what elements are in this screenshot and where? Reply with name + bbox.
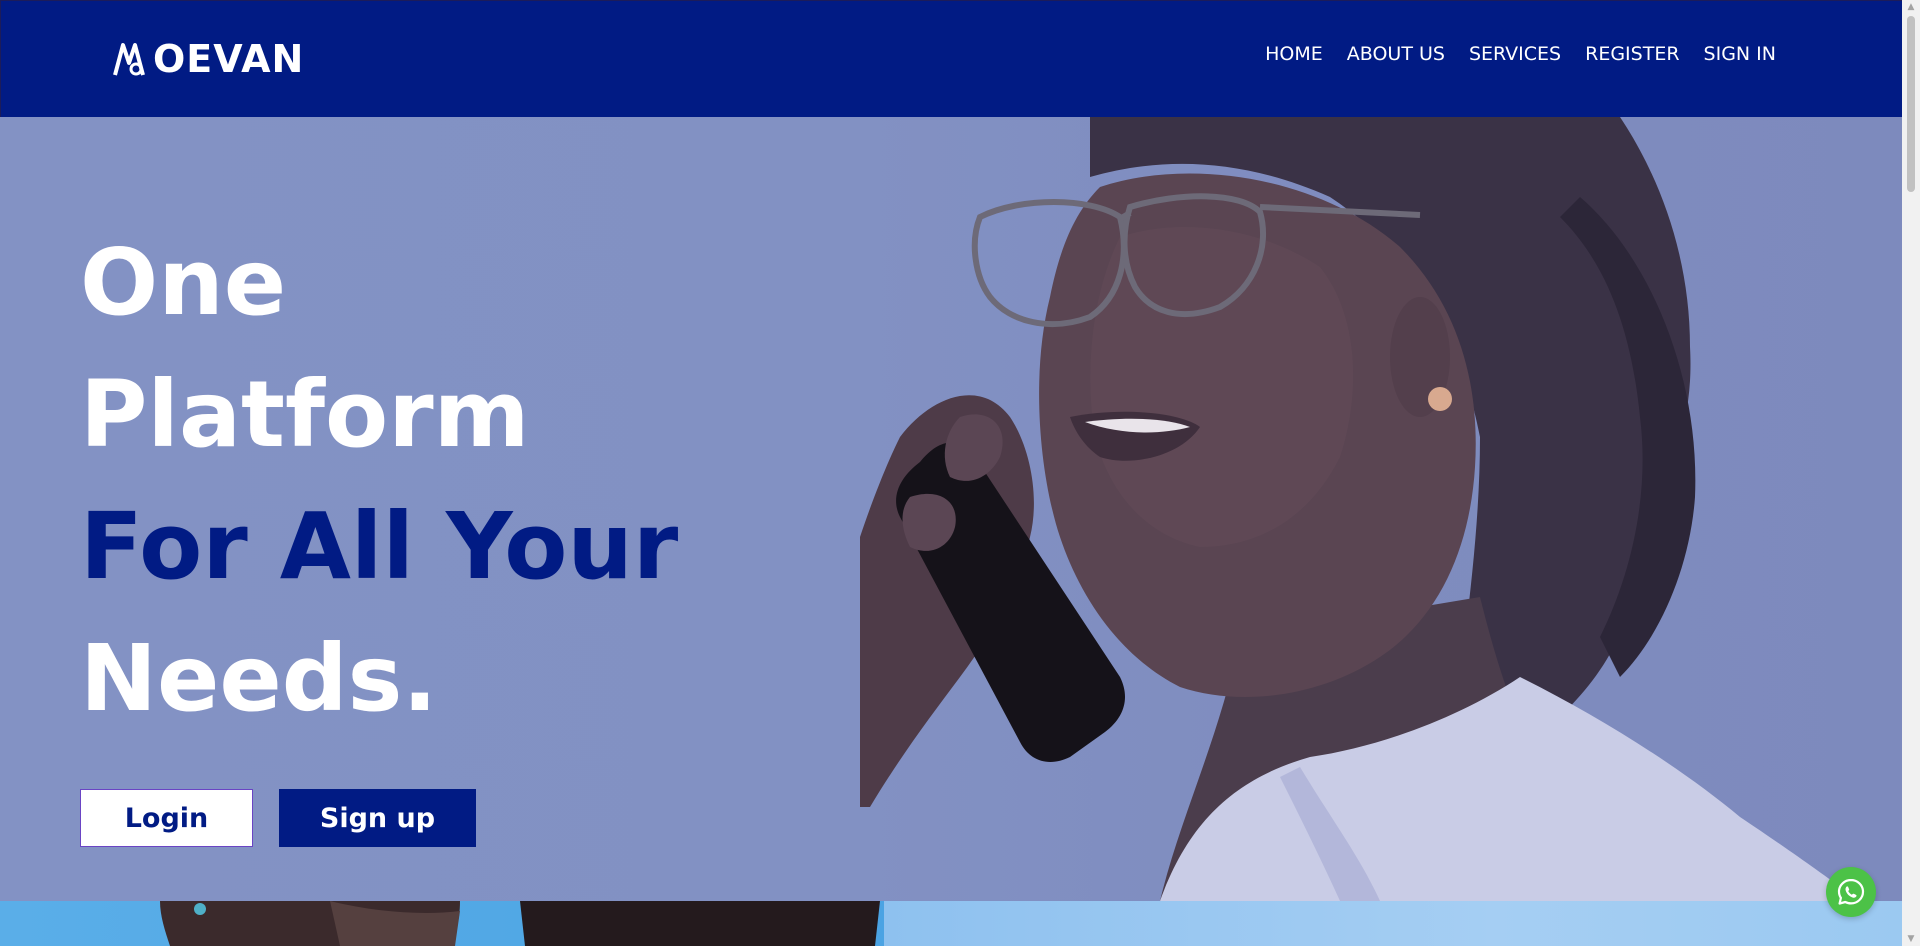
nav-home[interactable]: HOME — [1265, 41, 1323, 67]
main-nav: HOME ABOUT US SERVICES REGISTER SIGN IN — [1265, 41, 1776, 67]
nav-about-us[interactable]: ABOUT US — [1347, 41, 1445, 67]
headline-line-3: For All Your — [80, 493, 679, 600]
headline-line-2: Platform — [80, 361, 530, 468]
people-photo — [160, 901, 880, 946]
hero-headline: One Platform For All Your Needs. — [80, 217, 678, 745]
logo-text: OEVAN — [153, 37, 305, 81]
nav-services[interactable]: SERVICES — [1469, 41, 1561, 67]
hero-photo-woman-on-phone — [860, 117, 1860, 901]
sky-photo-strip — [884, 901, 1902, 946]
login-button[interactable]: Login — [80, 789, 253, 847]
page-scrollbar[interactable]: ▲ ▼ — [1902, 0, 1920, 946]
next-section-preview — [0, 901, 1902, 946]
scroll-up-arrow-icon[interactable]: ▲ — [1902, 0, 1920, 14]
people-photo-strip — [0, 901, 884, 946]
page: OEVAN HOME ABOUT US SERVICES REGISTER SI… — [0, 0, 1902, 946]
whatsapp-chat-button[interactable] — [1826, 867, 1876, 917]
nav-register[interactable]: REGISTER — [1585, 41, 1679, 67]
scroll-down-arrow-icon[interactable]: ▼ — [1902, 932, 1920, 946]
logo-mark-icon — [113, 43, 145, 76]
headline-line-4: Needs. — [80, 625, 438, 732]
signup-button[interactable]: Sign up — [279, 789, 476, 847]
hero-section: One Platform For All Your Needs. Login S… — [0, 117, 1902, 901]
site-header: OEVAN HOME ABOUT US SERVICES REGISTER SI… — [0, 0, 1902, 117]
nav-sign-in[interactable]: SIGN IN — [1704, 41, 1776, 67]
whatsapp-icon — [1837, 878, 1865, 905]
scroll-thumb[interactable] — [1907, 16, 1915, 192]
site-logo[interactable]: OEVAN — [113, 37, 304, 81]
headline-line-1: One — [80, 229, 287, 336]
